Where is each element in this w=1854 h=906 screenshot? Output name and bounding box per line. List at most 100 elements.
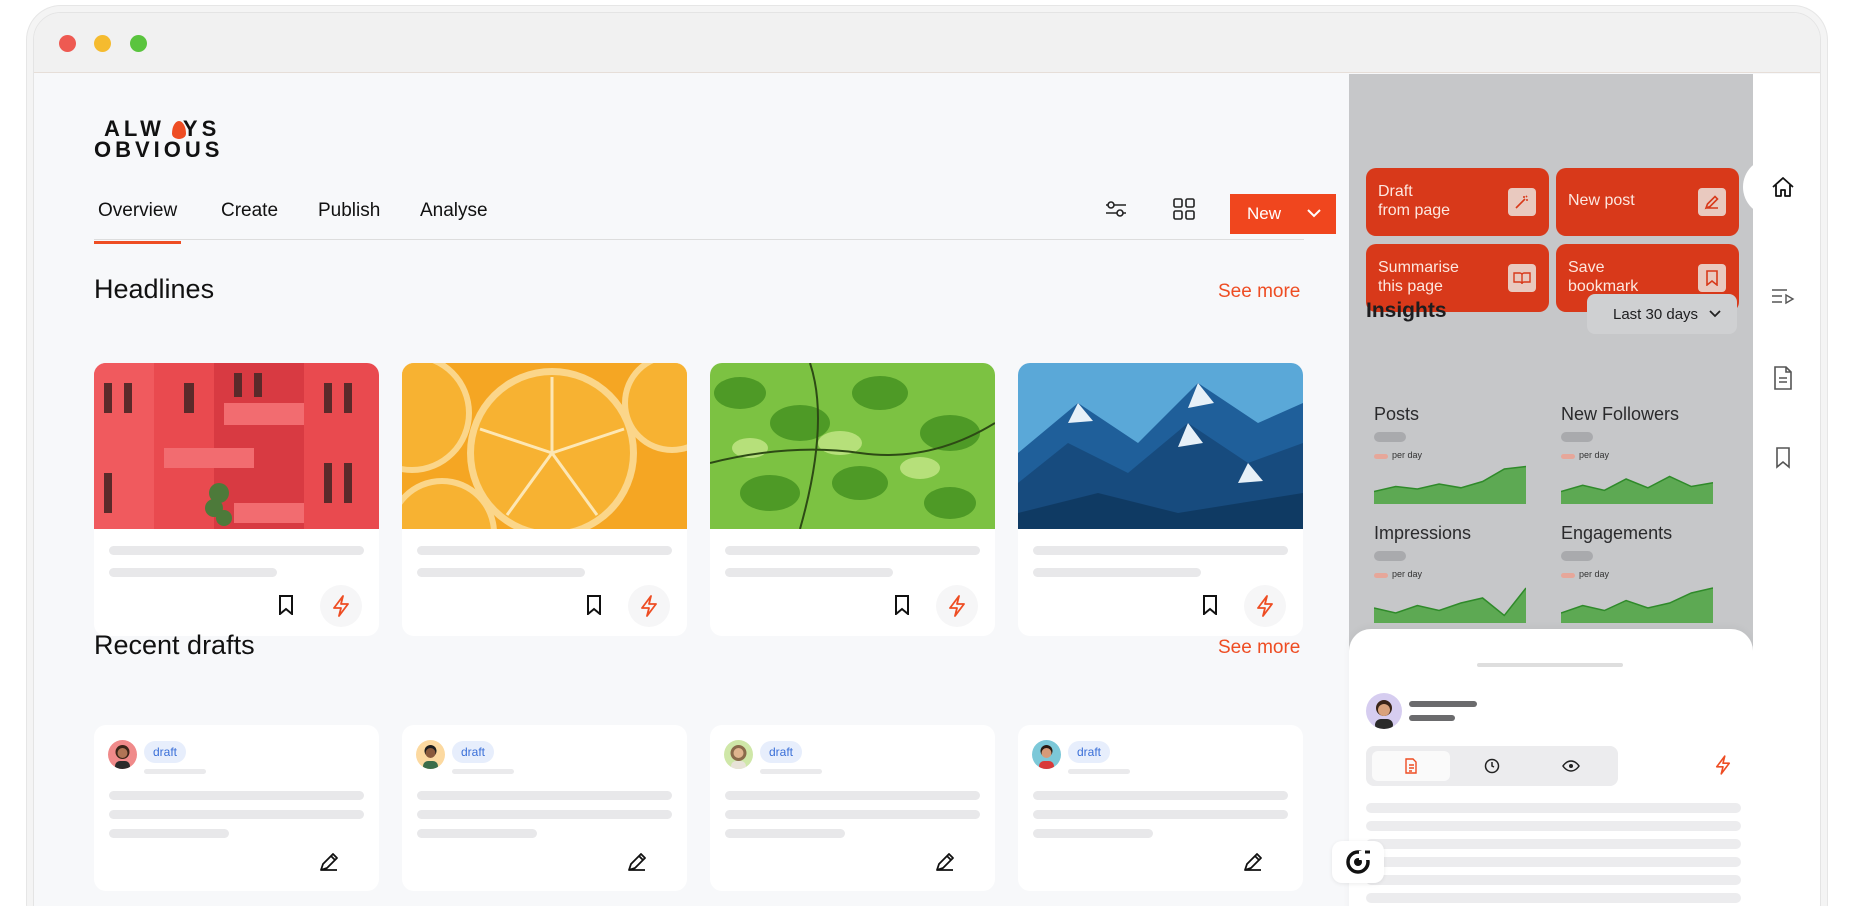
metric-posts[interactable]: Posts per day xyxy=(1366,404,1541,514)
skeleton-line xyxy=(452,769,514,774)
browser-window: ALW YS OBVIOUS Overview Create Publish An… xyxy=(33,12,1821,906)
headline-card[interactable] xyxy=(1018,363,1303,636)
schedule-view-tab[interactable] xyxy=(1453,751,1531,781)
sparkline-chart xyxy=(1561,475,1713,504)
skeleton-line xyxy=(1033,791,1288,800)
lightning-icon[interactable] xyxy=(936,585,978,627)
preview-view-tab[interactable] xyxy=(1532,751,1610,781)
chevron-down-icon xyxy=(1709,310,1721,318)
pen-icon xyxy=(1698,188,1726,216)
headline-card[interactable] xyxy=(402,363,687,636)
skeleton-line xyxy=(144,769,206,774)
skeleton-line xyxy=(417,829,537,838)
edit-pen-icon[interactable] xyxy=(930,847,960,877)
metric-per-day: per day xyxy=(1579,569,1610,579)
draft-card[interactable]: draft xyxy=(94,725,379,891)
skeleton-line xyxy=(1366,857,1741,867)
minimize-window-button[interactable] xyxy=(94,35,111,52)
headline-image-green-leaves xyxy=(710,363,995,529)
new-post-button[interactable]: New post xyxy=(1556,168,1739,236)
edit-pen-icon[interactable] xyxy=(1238,847,1268,877)
skeleton-line xyxy=(725,810,980,819)
edit-pen-icon[interactable] xyxy=(314,847,344,877)
skeleton-line xyxy=(417,810,672,819)
new-button[interactable]: New xyxy=(1230,194,1336,234)
home-icon[interactable] xyxy=(1743,158,1820,216)
drafts-see-more-link[interactable]: See more xyxy=(1218,637,1300,659)
lightning-icon[interactable] xyxy=(628,585,670,627)
title-bar xyxy=(34,13,1820,73)
date-range-select[interactable]: Last 30 days xyxy=(1587,294,1737,334)
status-badge: draft xyxy=(144,741,187,763)
bookmark-icon[interactable] xyxy=(582,591,606,619)
bookmark-icon[interactable] xyxy=(890,591,914,619)
headlines-see-more-link[interactable]: See more xyxy=(1218,281,1300,303)
metric-engagements[interactable]: Engagements per day xyxy=(1553,523,1728,633)
draft-card[interactable]: draft xyxy=(402,725,687,891)
metric-new-followers[interactable]: New Followers per day xyxy=(1553,404,1728,514)
avatar xyxy=(108,740,137,769)
assistant-toggle-icon[interactable] xyxy=(1332,841,1384,883)
skeleton-line xyxy=(109,791,364,800)
metric-impressions[interactable]: Impressions per day xyxy=(1366,523,1541,633)
sliders-icon[interactable] xyxy=(1099,192,1133,226)
lightning-icon[interactable] xyxy=(1715,755,1731,780)
insights-title: Insights xyxy=(1366,299,1447,322)
chevron-down-icon xyxy=(1307,209,1321,218)
skeleton-line xyxy=(417,568,585,577)
skeleton-line xyxy=(109,546,364,555)
skeleton-line xyxy=(417,791,672,800)
author-handle-skeleton xyxy=(1409,715,1455,721)
avatar xyxy=(724,740,753,769)
document-view-tab[interactable] xyxy=(1372,751,1450,781)
lightning-icon[interactable] xyxy=(320,585,362,627)
bookmark-icon[interactable] xyxy=(1769,444,1797,472)
tab-publish[interactable]: Publish xyxy=(318,200,380,222)
bookmark-icon[interactable] xyxy=(274,591,298,619)
draft-from-page-button[interactable]: Draft from page xyxy=(1366,168,1549,236)
headline-image-orange-slices xyxy=(402,363,687,529)
logo-line-1: ALW YS xyxy=(104,116,221,141)
lightning-icon[interactable] xyxy=(1244,585,1286,627)
status-badge: draft xyxy=(760,741,803,763)
metric-value-skeleton xyxy=(1374,551,1406,561)
headline-card[interactable] xyxy=(94,363,379,636)
per-day-swatch xyxy=(1374,454,1388,459)
metric-value-skeleton xyxy=(1561,551,1593,561)
maximize-window-button[interactable] xyxy=(130,35,147,52)
magic-wand-icon xyxy=(1508,188,1536,216)
close-window-button[interactable] xyxy=(59,35,76,52)
playlist-icon[interactable] xyxy=(1769,283,1797,311)
grid-icon[interactable] xyxy=(1167,192,1201,226)
skeleton-line xyxy=(1068,769,1130,774)
metric-per-day: per day xyxy=(1579,450,1610,460)
per-day-swatch xyxy=(1374,573,1388,578)
headlines-title: Headlines xyxy=(94,274,215,304)
eye-icon xyxy=(1562,760,1580,772)
skeleton-line xyxy=(109,810,364,819)
tab-overview[interactable]: Overview xyxy=(93,200,182,244)
skeleton-line xyxy=(109,829,229,838)
headline-card[interactable] xyxy=(710,363,995,636)
skeleton-line xyxy=(725,829,845,838)
sparkline-chart xyxy=(1374,587,1526,623)
main-content: ALW YS OBVIOUS Overview Create Publish An… xyxy=(34,74,1349,906)
skeleton-line xyxy=(1033,546,1288,555)
draft-card[interactable]: draft xyxy=(710,725,995,891)
tab-create[interactable]: Create xyxy=(221,200,278,222)
new-button-label: New xyxy=(1247,204,1282,223)
draft-card[interactable]: draft xyxy=(1018,725,1303,891)
skeleton-line xyxy=(1033,829,1153,838)
status-badge: draft xyxy=(452,741,495,763)
metric-value-skeleton xyxy=(1561,432,1593,442)
book-icon xyxy=(1508,264,1536,292)
tab-analyse[interactable]: Analyse xyxy=(420,200,488,222)
document-icon[interactable] xyxy=(1769,364,1797,392)
skeleton-line xyxy=(1366,839,1741,849)
bookmark-icon[interactable] xyxy=(1198,591,1222,619)
metric-value-skeleton xyxy=(1374,432,1406,442)
sheet-drag-handle[interactable] xyxy=(1477,663,1623,667)
sparkline-chart xyxy=(1561,587,1713,623)
edit-pen-icon[interactable] xyxy=(622,847,652,877)
skeleton-line xyxy=(417,546,672,555)
